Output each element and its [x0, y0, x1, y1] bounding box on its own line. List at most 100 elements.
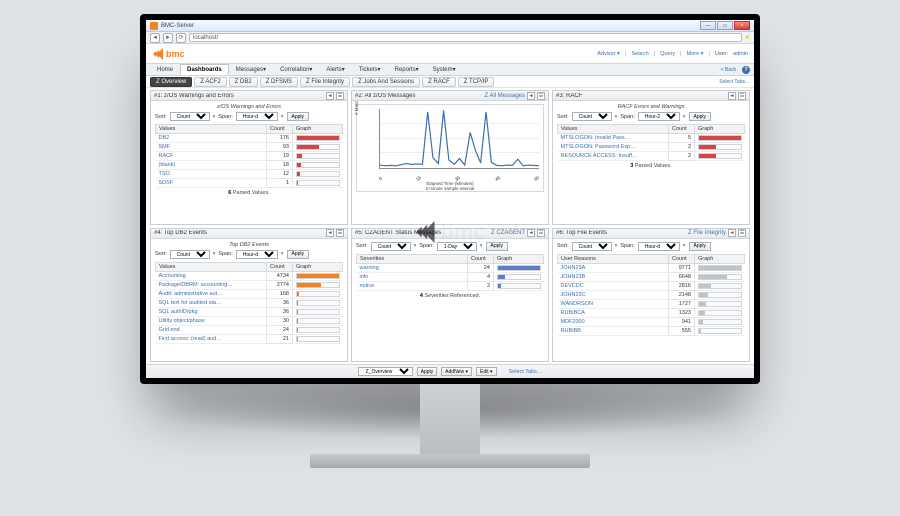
row-label[interactable]: SQL text for audited sta… — [156, 298, 267, 307]
back-link[interactable]: < Back — [721, 67, 736, 73]
row-label[interactable]: SQL authID/pkg — [156, 307, 267, 316]
panel-link[interactable]: Z CZAGENT — [491, 230, 525, 236]
panel-prev-icon[interactable]: ◄ — [728, 92, 736, 100]
span-select[interactable]: Hour-2 — [638, 112, 680, 121]
span-select[interactable]: Hour-d — [638, 242, 680, 251]
panel-apply-button[interactable]: Apply — [287, 250, 310, 259]
panel-menu-icon[interactable]: ☰ — [738, 92, 746, 100]
row-label[interactable]: RACF — [156, 152, 267, 161]
row-label[interactable]: JOHN23C — [558, 290, 669, 299]
panel-prev-icon[interactable]: ◄ — [728, 229, 736, 237]
main-tab-alerts-[interactable]: Alerts▾ — [319, 64, 351, 75]
panel-menu-icon[interactable]: ☰ — [537, 229, 545, 237]
footer-select-tabs-link[interactable]: Select Tabs… — [509, 369, 543, 375]
row-label[interactable]: info — [357, 272, 468, 281]
panel-zos-messages-chart: #2: All z/OS MessagesZ All Messages◄☰# M… — [351, 90, 549, 225]
row-label[interactable]: Audit: administrative aut… — [156, 289, 267, 298]
span-select[interactable]: 1-Day — [437, 242, 477, 251]
address-bar[interactable]: localhost/ — [189, 33, 742, 42]
main-tab-tickets-[interactable]: Tickets▾ — [352, 64, 388, 75]
sub-tab-z-overview[interactable]: Z Overview — [150, 77, 192, 87]
nav-reload-button[interactable]: ⟳ — [176, 33, 186, 43]
header-link-more[interactable]: More ▾ — [687, 51, 704, 57]
panel-prev-icon[interactable]: ◄ — [527, 92, 535, 100]
row-label[interactable]: DEVCDC — [558, 281, 669, 290]
main-tab-messages-[interactable]: Messages▾ — [229, 64, 273, 75]
row-bar — [293, 334, 343, 343]
sub-tab-z-file-integrity[interactable]: Z File Integrity — [300, 77, 350, 87]
row-count: 555 — [669, 326, 695, 335]
row-label[interactable]: SMF — [156, 143, 267, 152]
window-close-button[interactable]: × — [734, 21, 750, 30]
header-link-search[interactable]: Search — [631, 51, 648, 57]
sort-select[interactable]: Count — [371, 242, 411, 251]
row-label[interactable]: MDF2000 — [558, 317, 669, 326]
row-label[interactable]: JOHN23A — [558, 263, 669, 272]
footer-tab-select[interactable]: Z_Overview — [358, 367, 413, 376]
panel-apply-button[interactable]: Apply — [689, 112, 712, 121]
row-label[interactable]: RUBIBCA — [558, 308, 669, 317]
panel-apply-button[interactable]: Apply — [689, 242, 712, 251]
sort-select[interactable]: Count — [170, 112, 210, 121]
header-link-advisor[interactable]: Advisor ▾ — [597, 51, 620, 57]
row-label[interactable]: DB2 — [156, 134, 267, 143]
panel-menu-icon[interactable]: ☰ — [336, 229, 344, 237]
current-user[interactable]: admin — [733, 51, 748, 57]
sub-tab-z-db2[interactable]: Z DB2 — [229, 77, 258, 87]
row-label[interactable]: RUBIBB — [558, 326, 669, 335]
row-label[interactable]: Accounting — [156, 271, 267, 280]
sub-tab-z-dfsms[interactable]: Z DFSMS — [260, 77, 298, 87]
nav-back-button[interactable]: ◄ — [150, 33, 160, 43]
row-label[interactable]: Package/DBRM: accounting… — [156, 280, 267, 289]
sub-tab-z-jobs-and-sessions[interactable]: Z Jobs And Sessions — [352, 77, 420, 87]
footer-addnew-button[interactable]: AddNew ▾ — [441, 367, 472, 376]
panel-link[interactable]: Z File Integrity — [688, 230, 726, 236]
row-label[interactable]: Grid end — [156, 325, 267, 334]
sub-tab-z-acf2[interactable]: Z ACF2 — [194, 77, 226, 87]
row-label[interactable]: JOHN23B — [558, 272, 669, 281]
row-label[interactable]: Utility object/phase — [156, 316, 267, 325]
window-minimize-button[interactable]: — — [700, 21, 716, 30]
row-label[interactable]: warning — [357, 263, 468, 272]
sub-tab-z-racf[interactable]: Z RACF — [422, 77, 456, 87]
row-label[interactable]: MTSLOGON: Invalid Pass… — [558, 134, 669, 143]
span-select[interactable]: Hour-d — [236, 112, 278, 121]
help-icon[interactable]: ? — [742, 66, 750, 74]
panel-apply-button[interactable]: Apply — [287, 112, 310, 121]
main-tab-dashboards[interactable]: Dashboards — [180, 64, 229, 75]
row-label[interactable]: RESOURCE ACCESS: Insuff… — [558, 152, 669, 161]
footer-edit-button[interactable]: Edit ▾ — [476, 367, 497, 376]
nav-forward-button[interactable]: ► — [163, 33, 173, 43]
panel-prev-icon[interactable]: ◄ — [326, 92, 334, 100]
header-link-query[interactable]: Query — [660, 51, 675, 57]
bookmark-icon[interactable]: ★ — [745, 34, 750, 41]
main-tab-correlation-[interactable]: Correlation▾ — [273, 64, 319, 75]
footer-apply-button[interactable]: Apply — [417, 367, 438, 376]
main-tab-system-[interactable]: System▾ — [426, 64, 463, 75]
sort-select[interactable]: Count — [572, 242, 612, 251]
row-count: 2 — [669, 152, 695, 161]
panel-apply-button[interactable]: Apply — [486, 242, 509, 251]
panel-prev-icon[interactable]: ◄ — [326, 229, 334, 237]
row-label[interactable]: notice — [357, 281, 468, 290]
panel-menu-icon[interactable]: ☰ — [738, 229, 746, 237]
window-maximize-button[interactable]: ▭ — [717, 21, 733, 30]
panel-menu-icon[interactable]: ☰ — [336, 92, 344, 100]
sub-tab-z-tcp-ip[interactable]: Z TCP/IP — [458, 77, 495, 87]
span-select[interactable]: Hour-d — [236, 250, 278, 259]
sort-select[interactable]: Count — [170, 250, 210, 259]
sort-select[interactable]: Count — [572, 112, 612, 121]
row-label[interactable]: (blank) — [156, 161, 267, 170]
row-label[interactable]: TSO — [156, 170, 267, 179]
panel-menu-icon[interactable]: ☰ — [537, 92, 545, 100]
row-label[interactable]: SDSF — [156, 179, 267, 188]
panel-link[interactable]: Z All Messages — [484, 93, 525, 99]
row-label[interactable]: MTSLOGON: Password Exp… — [558, 143, 669, 152]
panel-prev-icon[interactable]: ◄ — [527, 229, 535, 237]
main-tab-reports-[interactable]: Reports▾ — [388, 64, 426, 75]
select-tabs-link[interactable]: Select Tabs… — [719, 79, 750, 85]
row-label[interactable]: First access: (read) aud… — [156, 334, 267, 343]
screen: BMC-Server — ▭ × ◄ ► ⟳ localhost/ ★ bmc … — [146, 20, 754, 378]
main-tab-home[interactable]: Home — [150, 64, 180, 75]
row-label[interactable]: WANDRSON — [558, 299, 669, 308]
